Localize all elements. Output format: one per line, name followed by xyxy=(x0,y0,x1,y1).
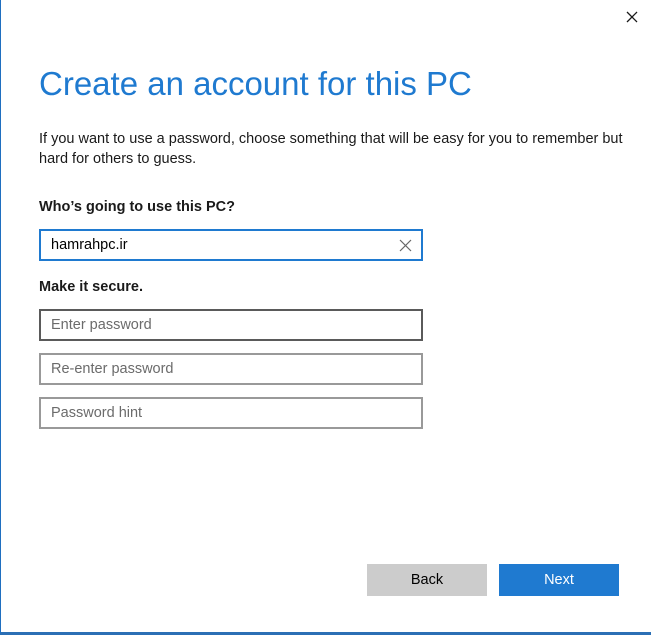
back-button[interactable]: Back xyxy=(367,564,487,596)
password-section-label: Make it secure. xyxy=(39,279,143,295)
password-hint-field[interactable] xyxy=(39,397,423,429)
reenter-password-field[interactable] xyxy=(39,353,423,385)
close-icon xyxy=(626,11,638,23)
password-hint-input[interactable] xyxy=(51,399,391,427)
username-field[interactable] xyxy=(39,229,423,261)
username-input[interactable] xyxy=(51,231,391,259)
create-account-dialog: Create an account for this PC If you wan… xyxy=(0,0,651,635)
page-title: Create an account for this PC xyxy=(39,65,472,102)
next-button[interactable]: Next xyxy=(499,564,619,596)
user-section-label: Who’s going to use this PC? xyxy=(39,199,236,215)
clear-text-button[interactable] xyxy=(397,237,413,253)
password-field[interactable] xyxy=(39,309,423,341)
close-button[interactable] xyxy=(619,4,645,30)
clear-text-icon xyxy=(399,239,411,251)
description-text: If you want to use a password, choose so… xyxy=(39,131,623,167)
password-input[interactable] xyxy=(51,311,391,339)
reenter-password-input[interactable] xyxy=(51,355,391,383)
